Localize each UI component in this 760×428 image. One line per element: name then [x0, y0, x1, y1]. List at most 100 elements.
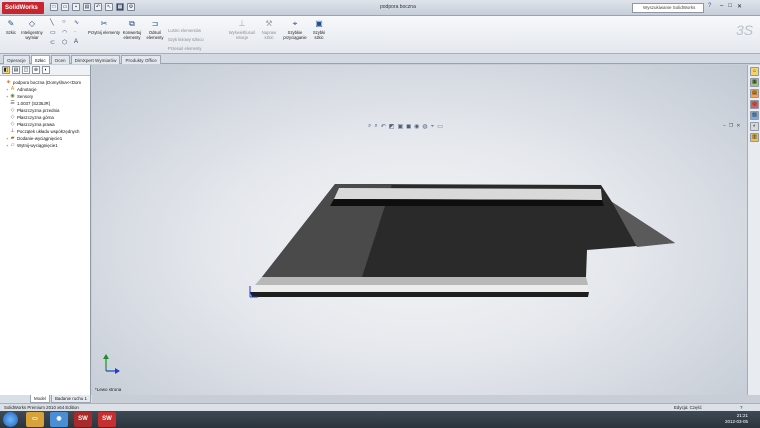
maximize-icon[interactable]: □: [728, 3, 732, 10]
rectangle-icon[interactable]: ▭: [50, 29, 56, 36]
feature-tree-item[interactable]: ◈ podpora boczna (Domyślna<<Dom: [2, 79, 90, 86]
feature-tree-label: podpora boczna (Domyślna<<Dom: [13, 80, 82, 85]
tab-office-products[interactable]: Produkty Office: [121, 55, 161, 64]
close-icon[interactable]: ✕: [737, 3, 742, 10]
polygon-icon[interactable]: ⬡: [62, 39, 67, 46]
feature-tree-item[interactable]: + A Adnotacje: [2, 86, 90, 93]
view-palette-icon[interactable]: ▧: [750, 111, 759, 120]
tab-dimxpert[interactable]: DimXpert Wymiarów: [70, 55, 121, 64]
feature-tree-item[interactable]: + ◉ Sensory: [2, 93, 90, 100]
rapid-sketch-icon: ▣: [315, 19, 323, 28]
feature-tree-item[interactable]: ◇ Płaszczyzna przednia: [2, 107, 90, 114]
options-icon[interactable]: ⚙: [127, 3, 135, 11]
select-icon[interactable]: ↖: [105, 3, 113, 11]
arc-icon[interactable]: ◠: [62, 29, 67, 36]
mirror-entities-button[interactable]: Lustro elementów: [168, 28, 201, 33]
convert-entities-button[interactable]: ⧉ Konwertuj elementy: [120, 19, 144, 40]
graphics-area[interactable]: ⌕ ⌕ ↶ ◩ ▣ ◼ ◉ ◍ ◒ ▭ – ❐ ✕ *Lewo strona: [92, 65, 747, 395]
rapid-sketch-button[interactable]: ▣ Szybki szkic: [310, 19, 328, 40]
model-back-edge: [334, 188, 602, 200]
search-input[interactable]: Wyszukiwanie SolidWorks: [632, 3, 704, 13]
smart-dimension-label: Inteligentny wymiar: [21, 30, 43, 40]
file-explorer-icon[interactable]: ▤: [750, 89, 759, 98]
feature-tree-label: 1.0037 (S235JR): [17, 101, 51, 106]
solidworks-logo[interactable]: SolidWorks: [2, 2, 44, 14]
search-tab-icon[interactable]: ◎: [750, 100, 759, 109]
tab-model[interactable]: Model: [30, 395, 50, 403]
trim-icon: ✂: [100, 19, 108, 28]
display-manager-tab-icon[interactable]: ◐: [42, 66, 50, 74]
feature-tree-tab-icon[interactable]: ◧: [2, 66, 10, 74]
appearances-icon[interactable]: ◐: [750, 122, 759, 131]
line-icon[interactable]: ╲: [50, 19, 54, 26]
browser-taskbar-icon[interactable]: ◉: [50, 412, 68, 427]
window-controls: – □ ✕: [720, 3, 742, 10]
model-front-highlight: [250, 285, 589, 292]
command-tabs: Operacje Szkic Ocen DimXpert Wymiarów Pr…: [0, 54, 760, 64]
part-icon: ◈: [6, 79, 11, 86]
custom-properties-icon[interactable]: ▥: [750, 133, 759, 142]
solidworks-taskbar-icon[interactable]: SW: [74, 412, 92, 427]
quick-snaps-icon: ⌖: [292, 19, 298, 28]
feature-tree-item[interactable]: ◇ Płaszczyzna prawa: [2, 121, 90, 128]
plane-icon: ◇: [10, 121, 15, 128]
display-relations-label: Wyświetl/usuń relacje: [228, 30, 256, 40]
system-tray-clock[interactable]: 21:21 2012-03-05: [700, 413, 748, 425]
feature-tree-label: Wytnij-wyciągnięcie1: [17, 143, 58, 148]
tab-evaluate[interactable]: Ocen: [50, 55, 70, 64]
coordinate-triad: [103, 354, 120, 374]
feature-tree-label: Początek układu współrzędnych: [17, 129, 80, 134]
minimize-icon[interactable]: –: [720, 3, 723, 10]
undo-icon[interactable]: ↶: [94, 3, 102, 11]
feature-tree-item[interactable]: + ▱ Wytnij-wyciągnięcie1: [2, 142, 90, 149]
dimxpert-manager-tab-icon[interactable]: ⊕: [32, 66, 40, 74]
feature-tree-item[interactable]: ◇ Płaszczyzna górna: [2, 114, 90, 121]
move-entities-button[interactable]: Przesuń elementy: [168, 46, 202, 51]
configuration-manager-tab-icon[interactable]: ◫: [22, 66, 30, 74]
feature-tree-item[interactable]: ☰ 1.0037 (S235JR): [2, 100, 90, 107]
tab-sketch[interactable]: Szkic: [30, 55, 50, 64]
sketch-button[interactable]: ✎ Szkic: [3, 19, 19, 35]
windows-taskbar: ▭ ◉ SW SW 21:21 2012-03-05: [0, 411, 760, 428]
tab-features[interactable]: Operacje: [3, 55, 30, 64]
display-relations-button[interactable]: ⊥ Wyświetl/usuń relacje: [226, 19, 258, 40]
feature-tree-item[interactable]: + ▰ Dodanie-wyciągnięcie1: [2, 135, 90, 142]
status-bar: SolidWorks Premium 2010 x64 Edition Edyc…: [0, 403, 760, 411]
print-icon[interactable]: ▤: [83, 3, 91, 11]
rebuild-icon[interactable]: ▦: [116, 3, 124, 11]
feature-manager-panel: ◧ ▤ ◫ ⊕ ◐ ◈ podpora boczna (Domyślna<<Dom…: [0, 65, 91, 396]
point-icon[interactable]: ·: [74, 29, 76, 35]
offset-entities-button[interactable]: ⊐ Odsuń elementy: [144, 19, 166, 40]
tab-motion-study[interactable]: Badanie ruchu 1: [50, 395, 91, 403]
spline-icon[interactable]: ∿: [74, 19, 79, 26]
solidworks-window-taskbar-icon[interactable]: SW: [98, 412, 116, 427]
design-library-icon[interactable]: ▦: [750, 78, 759, 87]
linear-pattern-button[interactable]: Szyk liniowy szkicu: [168, 37, 204, 42]
property-manager-tab-icon[interactable]: ▤: [12, 66, 20, 74]
smart-dimension-icon: ◇: [28, 19, 36, 28]
new-file-icon[interactable]: □: [50, 3, 58, 11]
circle-icon[interactable]: ○: [62, 19, 66, 25]
repair-sketch-icon: ⚒: [265, 19, 273, 28]
open-file-icon[interactable]: ▭: [61, 3, 69, 11]
sensors-icon: ◉: [10, 93, 15, 100]
view-name-label: *Lewo strona: [95, 387, 122, 392]
resources-icon[interactable]: ⌂: [750, 67, 759, 76]
repair-sketch-button[interactable]: ⚒ Napraw szkic: [258, 19, 280, 40]
smart-dimension-button[interactable]: ◇ Inteligentny wymiar: [20, 19, 44, 40]
feature-manager-tabs: ◧ ▤ ◫ ⊕ ◐: [0, 65, 90, 76]
model-tabs: Model Badanie ruchu 1: [0, 395, 92, 403]
save-icon[interactable]: ▪: [72, 3, 80, 11]
slot-icon[interactable]: ⊂: [50, 39, 55, 46]
trim-button[interactable]: ✂ Przytnij elementy: [88, 19, 120, 35]
text-icon[interactable]: A: [74, 39, 78, 45]
start-button-icon[interactable]: [3, 412, 18, 427]
help-icon[interactable]: ?: [708, 3, 711, 9]
feature-tree-label: Dodanie-wyciągnięcie1: [17, 136, 63, 141]
quick-snaps-button[interactable]: ⌖ Szybkie przyciąganie: [280, 19, 310, 40]
explorer-taskbar-icon[interactable]: ▭: [26, 412, 44, 427]
clock-date: 2012-03-05: [724, 419, 748, 424]
part-model[interactable]: [92, 65, 747, 395]
command-manager: ✎ Szkic ◇ Inteligentny wymiar ╲ ○ ∿ ▭ ◠ …: [0, 16, 760, 54]
feature-tree-item[interactable]: ⊥ Początek układu współrzędnych: [2, 128, 90, 135]
